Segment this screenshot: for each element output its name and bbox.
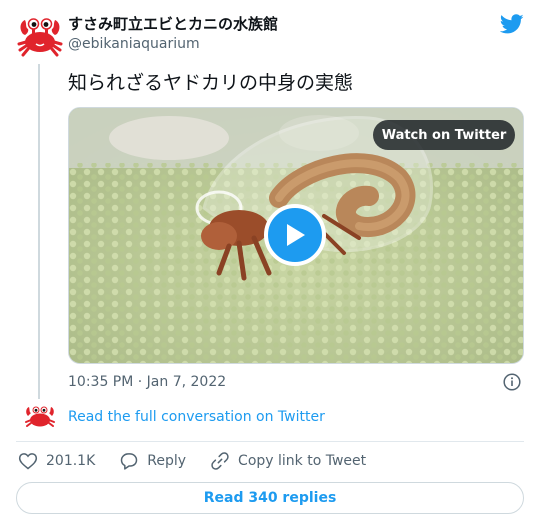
watch-on-twitter-button[interactable]: Watch on Twitter	[373, 120, 515, 150]
author-handle[interactable]: @ebikaniaquarium	[68, 34, 278, 54]
read-replies-button[interactable]: Read 340 replies	[16, 482, 524, 514]
play-icon	[287, 224, 305, 246]
reply-action[interactable]: Reply	[119, 451, 186, 471]
tweet-actions: 201.1K Reply Copy link to Tweet	[18, 450, 390, 472]
tweet-text: 知られざるヤドカリの中身の実態	[68, 72, 354, 94]
like-action[interactable]: 201.1K	[18, 451, 95, 471]
play-button[interactable]	[264, 204, 326, 266]
twitter-bird-icon[interactable]	[499, 12, 524, 36]
author-name[interactable]: すさみ町立エビとカニの水族館	[68, 14, 278, 34]
reply-bubble-icon	[121, 453, 138, 470]
info-icon[interactable]	[503, 373, 521, 391]
heart-icon	[18, 453, 38, 470]
thread-line	[38, 64, 40, 399]
reply-label: Reply	[147, 453, 187, 469]
link-icon	[211, 452, 229, 470]
copy-link-label: Copy link to Tweet	[238, 453, 367, 469]
crab-avatar-icon	[24, 404, 56, 430]
copy-link-action[interactable]: Copy link to Tweet	[210, 451, 366, 471]
tweet-timestamp[interactable]: 10:35 PM · Jan 7, 2022	[68, 373, 226, 391]
read-conversation-link[interactable]: Read the full conversation on Twitter	[68, 408, 325, 426]
embedded-tweet-card: すさみ町立エビとカニの水族館 @ebikaniaquarium 知られざるヤドカ…	[0, 0, 540, 529]
like-count: 201.1K	[46, 453, 96, 469]
tweet-author[interactable]: すさみ町立エビとカニの水族館 @ebikaniaquarium	[68, 14, 278, 54]
divider	[16, 441, 524, 442]
crab-avatar-icon[interactable]	[16, 14, 64, 62]
